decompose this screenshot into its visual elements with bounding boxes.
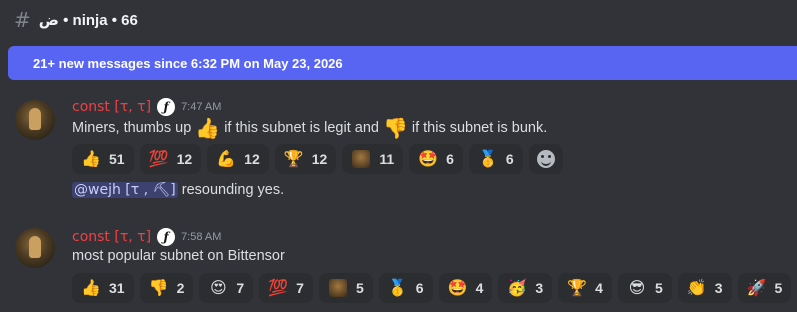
reaction-medal[interactable]: 🥇 6 — [468, 144, 523, 174]
timestamp: 7:58 AM — [181, 231, 222, 243]
party-face-icon: 🥳 — [507, 278, 528, 297]
threads-hash-icon: # — [14, 8, 31, 32]
reaction-custom[interactable]: 5 — [318, 273, 373, 303]
author-name[interactable]: const [τ, τ] — [72, 99, 151, 115]
star-struck-icon: 🤩 — [418, 149, 439, 168]
new-messages-banner[interactable]: 21+ new messages since 6:32 PM on May 23… — [8, 46, 797, 80]
avatar[interactable] — [15, 100, 55, 140]
star-struck-icon: 🤩 — [447, 278, 468, 297]
trophy-icon: 🏆 — [567, 278, 588, 297]
channel-header: # ض • ninja • 66 — [0, 0, 797, 40]
medal-icon: 🥇 — [387, 278, 408, 297]
reaction-star-struck[interactable]: 🤩 4 — [438, 273, 493, 303]
reaction-star-struck[interactable]: 🤩 6 — [409, 144, 463, 174]
thumbs-down-icon: 👎 — [148, 278, 169, 297]
reaction-heart-eyes[interactable]: 😍 7 — [199, 273, 254, 303]
muscle-icon: 💪 — [216, 149, 237, 168]
medal-icon: 🥇 — [477, 149, 498, 168]
custom-emoji-icon — [352, 150, 371, 168]
reaction-thumbs-up[interactable]: 👍 51 — [72, 144, 134, 174]
reaction-rocket[interactable]: 🚀 5 — [737, 273, 792, 303]
smile-icon — [536, 150, 555, 168]
reaction-trophy[interactable]: 🏆 12 — [274, 144, 337, 174]
server-tag-badge[interactable]: ƒ — [157, 98, 176, 116]
thumbs-up-icon: 👍 — [195, 116, 221, 140]
reactions-bar: 👍 51 💯 12 💪 12 🏆 12 11 🤩 6 🥇 6 — [72, 144, 563, 174]
hundred-icon: 💯 — [148, 149, 169, 168]
timestamp: 7:47 AM — [181, 101, 222, 113]
message-text: Miners, thumbs up 👍 if this subnet is le… — [72, 116, 548, 140]
message-text: most popular subnet on Bittensor — [72, 248, 285, 264]
thumbs-up-icon: 👍 — [81, 149, 101, 168]
reaction-thumbs-up[interactable]: 👍 31 — [72, 273, 134, 303]
custom-emoji-icon — [328, 279, 347, 297]
hundred-icon: 💯 — [268, 278, 289, 297]
add-reaction-button[interactable] — [528, 144, 563, 174]
reaction-clap[interactable]: 👏 3 — [677, 273, 732, 303]
heart-eyes-icon: 😍 — [210, 278, 227, 297]
sunglasses-icon: 😎 — [628, 278, 646, 297]
user-mention[interactable]: @wejh [τ , ⛏] — [72, 182, 178, 198]
author-name[interactable]: const [τ, τ] — [72, 229, 151, 245]
server-tag-badge[interactable]: ƒ — [157, 228, 176, 246]
reaction-100[interactable]: 💯 12 — [139, 144, 202, 174]
banner-text: 21+ new messages since 6:32 PM on May 23… — [33, 55, 343, 71]
reaction-sunglasses[interactable]: 😎 5 — [617, 273, 672, 303]
avatar[interactable] — [15, 228, 55, 268]
reaction-medal[interactable]: 🥇 6 — [378, 273, 433, 303]
reaction-trophy[interactable]: 🏆 4 — [558, 273, 612, 303]
channel-name: ض • ninja • 66 — [38, 12, 138, 29]
reaction-party[interactable]: 🥳 3 — [498, 273, 553, 303]
rocket-icon: 🚀 — [746, 278, 767, 297]
reaction-100[interactable]: 💯 7 — [259, 273, 313, 303]
reaction-thumbs-down[interactable]: 👎 2 — [139, 273, 194, 303]
reaction-custom[interactable]: 11 — [342, 144, 404, 174]
thumbs-up-icon: 👍 — [81, 278, 101, 297]
clap-icon: 👏 — [686, 278, 707, 297]
reactions-bar: 👍 31 👎 2 😍 7 💯 7 5 🥇 6 🤩 4 🥳 3 🏆 4 😎 5 👏 3 🚀 5 — [72, 273, 797, 303]
thumbs-down-icon: 👎 — [382, 116, 408, 140]
reaction-muscle[interactable]: 💪 12 — [207, 144, 269, 174]
trophy-icon: 🏆 — [283, 149, 304, 168]
reply-message: @wejh [τ , ⛏] resounding yes. — [72, 182, 285, 198]
